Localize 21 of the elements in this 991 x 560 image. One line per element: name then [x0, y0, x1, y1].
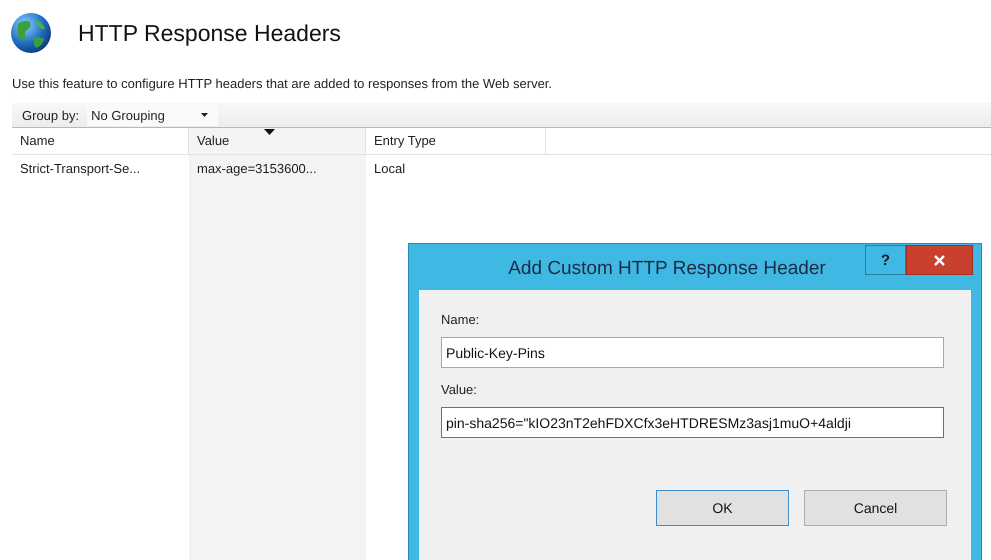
close-button[interactable] — [906, 245, 973, 275]
page-title: HTTP Response Headers — [78, 20, 341, 46]
table-cell-text: Strict-Transport-Se... — [19, 160, 142, 178]
input-field[interactable]: Public-Key-Pins — [441, 337, 944, 368]
close-icon — [934, 254, 945, 266]
input-field[interactable]: pin-sha256="kIO23nT2ehFDXCfx3eHTDRESMz3asj1muO+4aldji — [441, 407, 944, 438]
caret-icon — [200, 113, 208, 117]
globe-icon — [10, 12, 52, 54]
feature-description: Use this feature to configure HTTP headers that are added to responses from the Web server. — [12, 76, 554, 91]
dialog-title: Add Custom HTTP Response Header — [507, 257, 827, 280]
column-header[interactable]: Value — [189, 128, 366, 154]
group-by-label: Group by: — [21, 108, 80, 122]
field-label: Value: — [441, 382, 478, 397]
table-cell-text: Local — [373, 160, 406, 178]
field-label: Name: — [441, 312, 480, 327]
help-button[interactable]: ? — [865, 245, 906, 275]
table-cell-text: max-age=3153600... — [196, 160, 318, 178]
dialog-button[interactable]: Cancel — [804, 490, 947, 526]
group-by-dropdown[interactable]: No Grouping — [87, 104, 218, 126]
dialog-button[interactable]: OK — [656, 490, 789, 526]
sort-arrow-icon — [264, 129, 275, 135]
